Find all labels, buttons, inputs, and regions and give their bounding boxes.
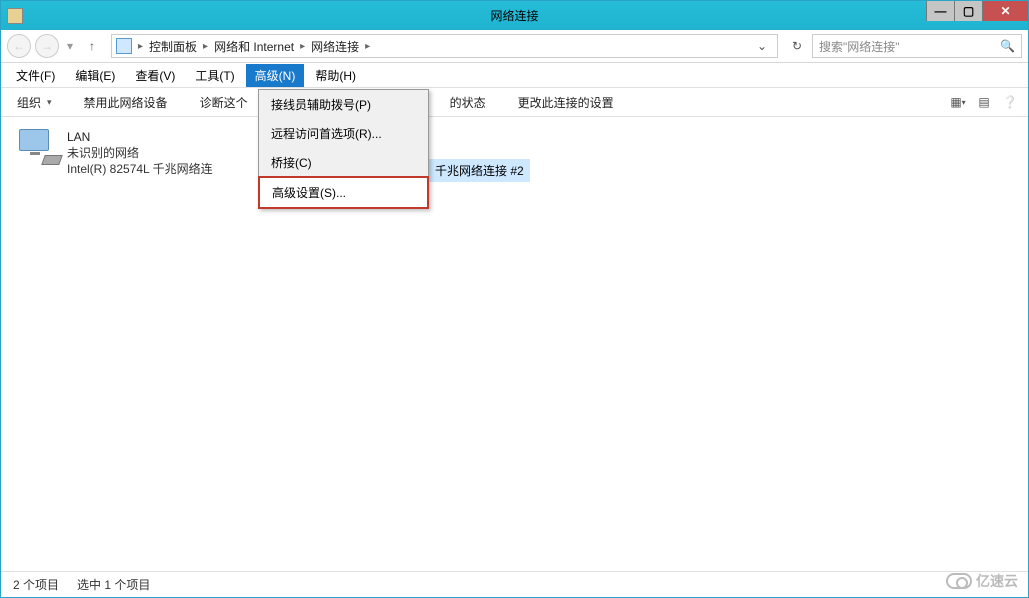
search-placeholder: 搜索"网络连接" [819,38,900,55]
menu-item-advanced-settings[interactable]: 高级设置(S)... [258,176,429,209]
breadcrumb-control-panel[interactable]: 控制面板 [147,38,199,55]
menu-item-operator-dial[interactable]: 接线员辅助拨号(P) [259,90,428,119]
menu-item-remote-prefs[interactable]: 远程访问首选项(R)... [259,119,428,148]
content-area[interactable]: LAN 未识别的网络 Intel(R) 82574L 千兆网络连 千兆网络连接 … [1,117,1028,571]
breadcrumb: ▸ 控制面板 ▸ 网络和 Internet ▸ 网络连接 ▸ [136,38,372,55]
menu-edit[interactable]: 编辑(E) [66,64,124,87]
command-toolbar: 组织 禁用此网络设备 诊断这个 的状态 更改此连接的设置 ▦▾ ▤ ❔ [1,87,1028,117]
watermark-text: 亿速云 [976,571,1018,591]
menu-file[interactable]: 文件(F) [7,64,64,87]
toolbar-organize[interactable]: 组织 [11,92,58,113]
toolbar-right-group: ▦▾ ▤ ❔ [950,94,1018,110]
statusbar-selected-count: 选中 1 个项目 [77,576,150,593]
history-dropdown-icon[interactable]: ▾ [63,39,77,53]
network-connections-window: 网络连接 — ▢ ✕ ← → ▾ ↑ ▸ 控制面板 ▸ 网络和 Internet… [0,0,1029,598]
chevron-right-icon[interactable]: ▸ [201,41,210,52]
menu-view[interactable]: 查看(V) [126,64,184,87]
toolbar-disable-device[interactable]: 禁用此网络设备 [78,92,174,113]
statusbar: 2 个项目 选中 1 个项目 [1,571,1028,597]
refresh-button[interactable]: ↻ [786,35,808,57]
network-adapter-icon [17,129,61,165]
titlebar-buttons: — ▢ ✕ [926,1,1028,21]
breadcrumb-network-connections[interactable]: 网络连接 [309,38,361,55]
location-icon [116,38,132,54]
address-bar[interactable]: ▸ 控制面板 ▸ 网络和 Internet ▸ 网络连接 ▸ ⌄ [111,34,778,58]
chevron-right-icon[interactable]: ▸ [136,41,145,52]
address-dropdown-icon[interactable]: ⌄ [751,35,773,57]
menu-tools[interactable]: 工具(T) [186,64,243,87]
menu-item-bridge[interactable]: 桥接(C) [259,148,428,177]
view-options-icon[interactable]: ▦▾ [950,94,966,110]
toolbar-diagnose[interactable]: 诊断这个 [194,92,254,113]
help-icon[interactable]: ❔ [1002,94,1018,110]
breadcrumb-network-internet[interactable]: 网络和 Internet [212,38,296,55]
chevron-right-icon[interactable]: ▸ [363,41,372,52]
minimize-button[interactable]: — [926,1,954,21]
navigation-bar: ← → ▾ ↑ ▸ 控制面板 ▸ 网络和 Internet ▸ 网络连接 ▸ ⌄… [1,30,1028,63]
statusbar-item-count: 2 个项目 [13,576,59,593]
connection-status: 未识别的网络 [67,145,213,161]
search-icon: 🔍 [1000,39,1015,53]
up-button[interactable]: ↑ [81,35,103,57]
menu-advanced[interactable]: 高级(N) [246,64,305,87]
titlebar: 网络连接 — ▢ ✕ [1,1,1028,30]
maximize-button[interactable]: ▢ [954,1,982,21]
toolbar-status-fragment[interactable]: 的状态 [444,92,492,113]
chevron-right-icon[interactable]: ▸ [298,41,307,52]
watermark: 亿速云 [946,571,1018,591]
menubar: 文件(F) 编辑(E) 查看(V) 工具(T) 高级(N) 帮助(H) [1,63,1028,87]
menu-help[interactable]: 帮助(H) [306,64,365,87]
back-button[interactable]: ← [7,34,31,58]
connection-item-lan[interactable]: LAN 未识别的网络 Intel(R) 82574L 千兆网络连 [13,125,243,182]
connection-text: LAN 未识别的网络 Intel(R) 82574L 千兆网络连 [67,129,213,178]
connection-device: Intel(R) 82574L 千兆网络连 [67,161,213,177]
watermark-logo-icon [946,573,972,589]
search-input[interactable]: 搜索"网络连接" 🔍 [812,34,1022,58]
forward-button[interactable]: → [35,34,59,58]
toolbar-change-settings[interactable]: 更改此连接的设置 [512,92,620,113]
connection-item-ethernet-fragment[interactable]: 千兆网络连接 #2 [429,159,530,182]
connection-title: LAN [67,129,213,145]
app-icon [7,8,23,24]
close-button[interactable]: ✕ [982,1,1028,21]
window-title: 网络连接 [490,7,538,24]
details-pane-icon[interactable]: ▤ [976,94,992,110]
advanced-menu-dropdown: 接线员辅助拨号(P) 远程访问首选项(R)... 桥接(C) 高级设置(S)..… [258,89,429,209]
